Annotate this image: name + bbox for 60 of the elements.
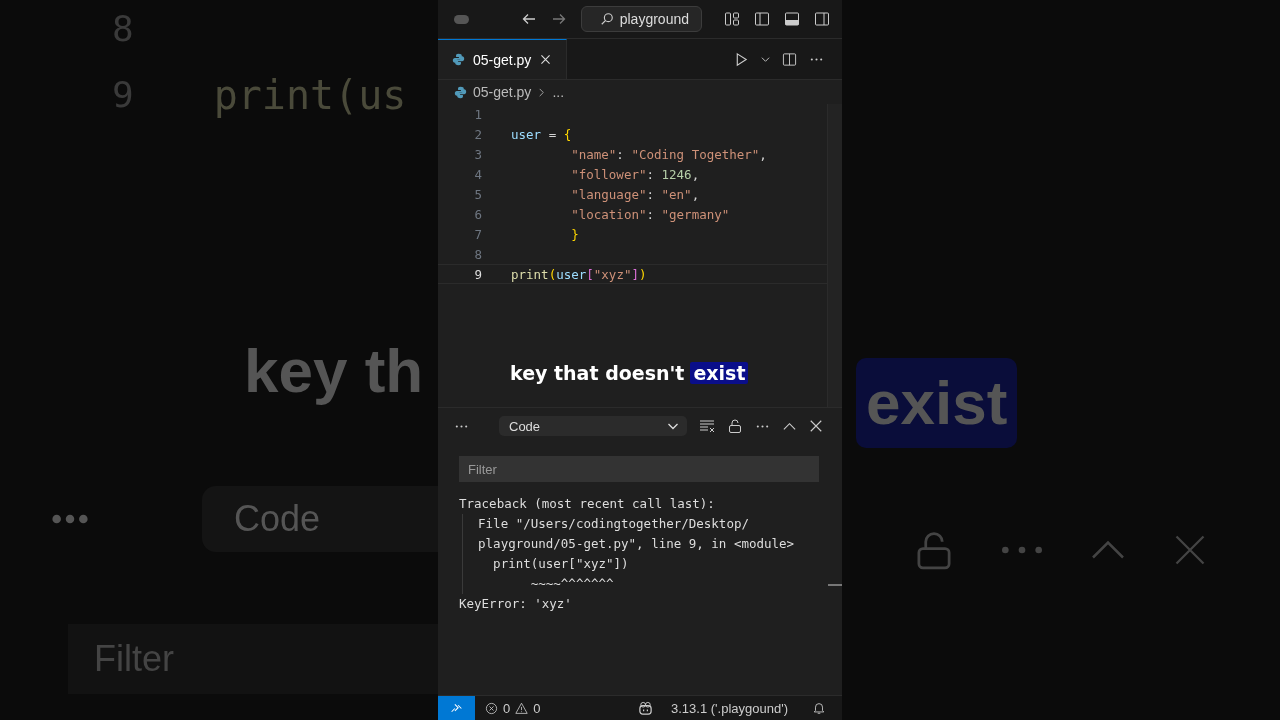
warning-icon xyxy=(515,701,529,715)
interpreter-button[interactable]: 3.13.1 ('.playgound') xyxy=(671,700,788,716)
remote-icon xyxy=(450,701,463,715)
line-number: 4 xyxy=(473,166,482,182)
output-dropdown[interactable]: Code xyxy=(499,416,687,436)
filter-field[interactable]: Filter xyxy=(459,456,819,482)
code-line: } xyxy=(570,226,579,242)
error-icon xyxy=(485,701,498,715)
caption-text: key th xyxy=(244,336,424,406)
bell-icon[interactable] xyxy=(812,701,826,715)
search-field[interactable]: playground xyxy=(580,6,702,32)
forward-arrow-icon[interactable] xyxy=(550,11,567,27)
code-line: "language": "en", xyxy=(570,186,700,202)
close-icon[interactable] xyxy=(539,53,553,66)
close-icon[interactable] xyxy=(809,419,823,433)
caption-text: key that doesn't exist xyxy=(510,362,749,384)
code-line: print(user["xyz"]) xyxy=(511,266,647,282)
output-line: Traceback (most recent call last): xyxy=(459,495,716,513)
problems-button[interactable]: 0 0 xyxy=(485,700,541,716)
split-editor-icon[interactable] xyxy=(782,51,797,67)
chevron-icon xyxy=(537,87,547,97)
line-number: 9 xyxy=(473,266,482,282)
breadcrumb-item[interactable]: 05-get.py xyxy=(473,84,532,100)
panel-icon[interactable] xyxy=(784,11,800,27)
code-line: print(us xyxy=(213,71,407,120)
python-icon xyxy=(454,85,467,99)
search-icon xyxy=(599,12,614,26)
caption-text: exist xyxy=(856,358,1018,448)
breadcrumb-item[interactable]: ... xyxy=(552,84,565,100)
output-line: print(user["xyz"]) xyxy=(462,554,820,574)
scrollbar[interactable] xyxy=(828,584,842,586)
layout-icon[interactable] xyxy=(724,11,740,27)
line-number: 8 xyxy=(473,246,482,262)
editor-tab[interactable]: 05-get.py xyxy=(438,39,568,79)
scrollbar[interactable] xyxy=(827,104,842,407)
line-number: 7 xyxy=(473,226,482,242)
line-number: 1 xyxy=(473,106,482,122)
caret-icon[interactable] xyxy=(761,54,770,64)
output-line: ~~~~^^^^^^^ xyxy=(462,574,820,594)
line-number: 2 xyxy=(473,126,482,142)
more-icon xyxy=(1000,545,1044,555)
line-number: 6 xyxy=(473,206,482,222)
code-line: user = { xyxy=(511,126,572,142)
output-line: File "/Users/codingtogether/Desktop/ xyxy=(462,514,820,534)
line-number: 3 xyxy=(473,146,482,162)
code-line: "location": "germany" xyxy=(570,206,730,222)
window-button[interactable] xyxy=(454,14,469,24)
back-arrow-icon[interactable] xyxy=(520,11,537,27)
unlock-icon[interactable] xyxy=(727,418,743,434)
sidebar-icon[interactable] xyxy=(754,11,770,27)
clear-output-icon[interactable] xyxy=(699,418,715,434)
copilot-icon[interactable] xyxy=(638,700,653,716)
output-line: playground/05-get.py", line 9, in <module> xyxy=(462,534,820,554)
python-icon xyxy=(452,53,465,66)
line-number: 5 xyxy=(473,186,482,202)
split-icon[interactable] xyxy=(814,11,830,27)
run-icon[interactable] xyxy=(734,51,749,67)
code-line: "follower": 1246, xyxy=(570,166,700,182)
output-line: KeyError: 'xyz' xyxy=(459,595,573,613)
code-line: "name": "Coding Together", xyxy=(570,146,767,162)
